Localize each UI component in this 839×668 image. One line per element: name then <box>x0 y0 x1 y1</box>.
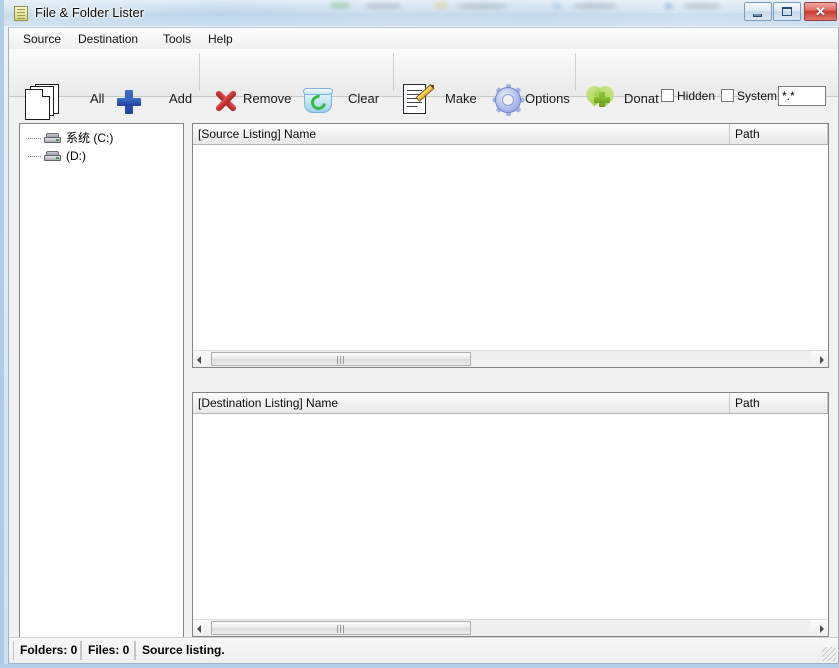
source-column-name[interactable]: [Source Listing] Name <box>193 124 730 144</box>
app-list-icon <box>14 6 28 21</box>
tree-item-label: 系统 (C:) <box>66 131 114 145</box>
tree-item-label: (D:) <box>66 149 86 163</box>
status-message: Source listing. <box>135 641 385 660</box>
destination-column-name[interactable]: [Destination Listing] Name <box>193 393 730 413</box>
drive-tree-panel[interactable]: 系统 (C:) (D:) <box>19 123 184 659</box>
scroll-left-icon[interactable] <box>193 620 210 636</box>
destination-column-path[interactable]: Path <box>730 393 828 413</box>
menu-item-help[interactable]: Help <box>202 31 239 47</box>
menu-item-destination[interactable]: Destination <box>72 31 144 47</box>
desktop-bleed <box>664 3 673 9</box>
system-checkbox-label[interactable]: System <box>737 90 777 103</box>
scroll-thumb[interactable] <box>211 621 471 635</box>
close-icon: ✕ <box>815 4 826 19</box>
menu-bar: Source Destination Tools Help <box>9 28 838 50</box>
remove-button[interactable]: Remove <box>243 92 291 106</box>
status-files-count: Files: 0 <box>81 641 135 660</box>
status-bar: Folders: 0 Files: 0 Source listing. <box>9 637 838 663</box>
source-listing-panel[interactable]: [Source Listing] Name Path <box>192 123 829 368</box>
menu-item-tools[interactable]: Tools <box>157 31 197 47</box>
destination-list-header: [Destination Listing] Name Path <box>193 393 828 414</box>
desktop-bleed <box>682 3 722 9</box>
desktop-bleed <box>364 3 402 9</box>
donate-icon[interactable] <box>582 82 618 114</box>
desktop-bleed <box>456 3 508 9</box>
maximize-button[interactable] <box>773 2 801 21</box>
remove-icon[interactable] <box>213 88 239 114</box>
source-list-body[interactable] <box>193 145 828 350</box>
clear-icon[interactable] <box>303 86 333 116</box>
scroll-thumb[interactable] <box>211 352 471 366</box>
source-column-path[interactable]: Path <box>730 124 828 144</box>
pages-icon[interactable] <box>25 84 59 120</box>
destination-list-body[interactable] <box>193 414 828 619</box>
status-folders-count: Folders: 0 <box>13 641 81 660</box>
plus-icon[interactable] <box>117 90 141 114</box>
resize-grip-icon[interactable] <box>822 647 836 661</box>
drive-icon <box>44 133 61 143</box>
file-filter-input[interactable] <box>778 86 826 106</box>
drive-icon <box>44 151 61 161</box>
scroll-left-icon[interactable] <box>193 351 210 367</box>
destination-hscrollbar[interactable] <box>193 619 828 636</box>
toolbar-separator <box>393 53 394 91</box>
source-hscrollbar[interactable] <box>193 350 828 367</box>
donate-button[interactable]: Donat <box>624 92 659 106</box>
hidden-checkbox-label[interactable]: Hidden <box>677 90 715 103</box>
toolbar-separator <box>199 53 200 91</box>
source-list-header: [Source Listing] Name Path <box>193 124 828 145</box>
make-icon[interactable] <box>403 84 435 116</box>
hidden-checkbox[interactable] <box>661 89 674 102</box>
desktop-bleed <box>572 3 618 9</box>
desktop-bleed <box>552 3 562 9</box>
minimize-button[interactable] <box>744 2 772 21</box>
add-button[interactable]: Add <box>169 92 192 106</box>
clear-button[interactable]: Clear <box>348 92 379 106</box>
close-button[interactable]: ✕ <box>804 2 837 21</box>
destination-listing-panel[interactable]: [Destination Listing] Name Path <box>192 392 829 637</box>
application-window: File & Folder Lister ✕ Source Destinatio… <box>0 0 839 668</box>
make-button[interactable]: Make <box>445 92 477 106</box>
all-button[interactable]: All <box>90 92 104 106</box>
system-checkbox[interactable] <box>721 89 734 102</box>
title-bar[interactable]: File & Folder Lister ✕ <box>4 0 839 27</box>
window-title: File & Folder Lister <box>35 5 145 20</box>
scroll-grip-icon <box>337 356 345 364</box>
scroll-right-icon[interactable] <box>811 351 828 367</box>
options-icon[interactable] <box>492 84 525 116</box>
tree-connector <box>28 156 42 157</box>
tree-connector <box>28 138 42 139</box>
desktop-bleed <box>434 2 448 9</box>
desktop-bleed <box>329 2 351 9</box>
scroll-grip-icon <box>337 625 345 633</box>
scroll-right-icon[interactable] <box>811 620 828 636</box>
options-button[interactable]: Options <box>525 92 570 106</box>
menu-item-source[interactable]: Source <box>17 31 67 47</box>
toolbar-separator <box>575 53 576 91</box>
client-area: Source Destination Tools Help All Add Re… <box>8 27 839 664</box>
